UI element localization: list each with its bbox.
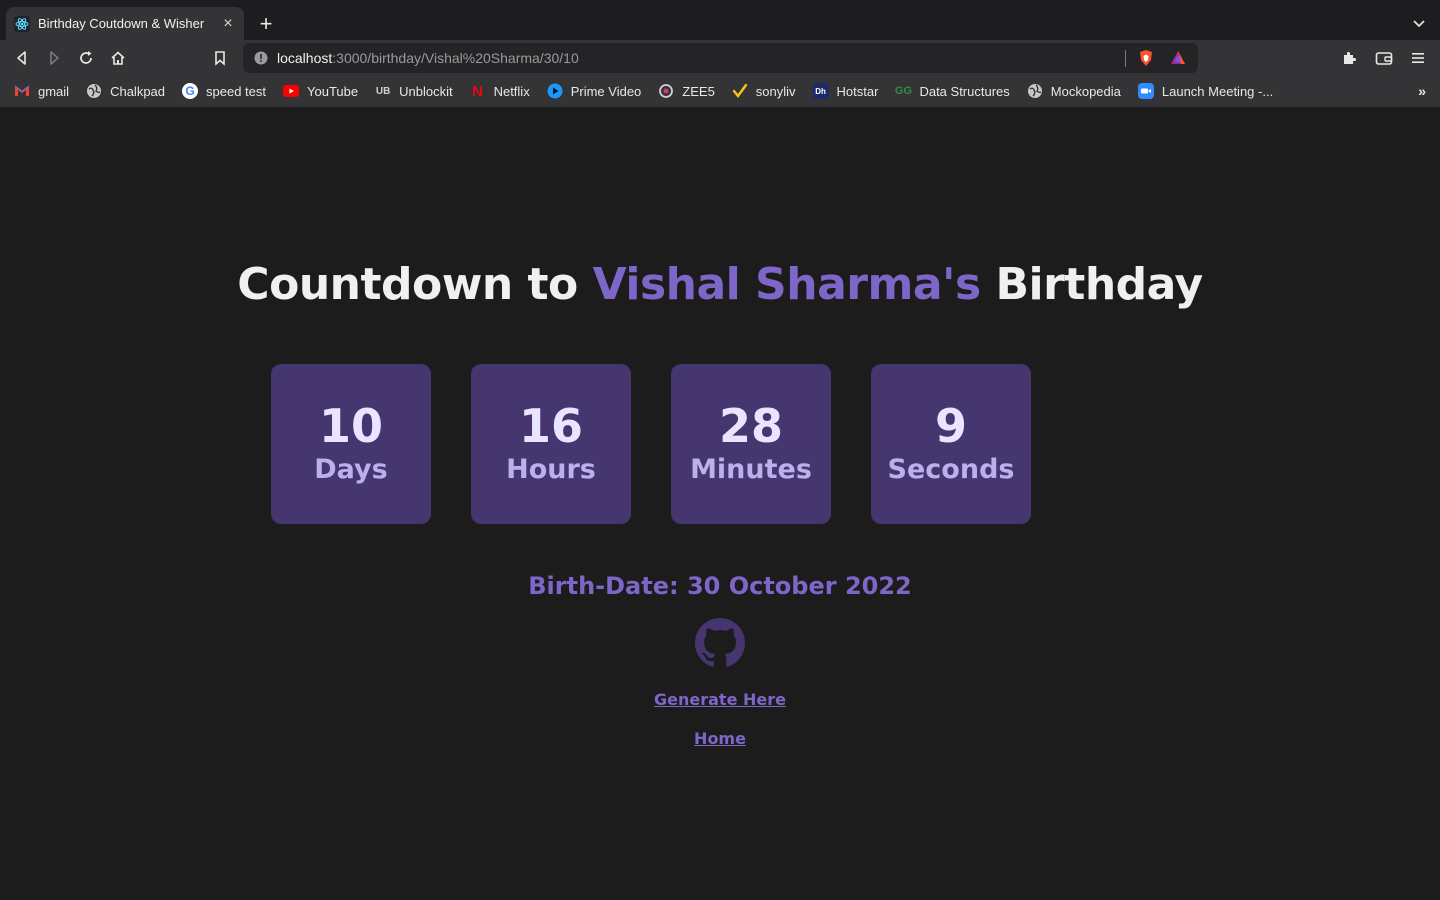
hotstar-icon: Dh bbox=[812, 83, 829, 99]
minutes-label: Minutes bbox=[690, 454, 812, 485]
hours-label: Hours bbox=[506, 454, 596, 485]
bookmark-zee5[interactable]: ZEE5 bbox=[658, 83, 715, 99]
bookmark-netflix[interactable]: N Netflix bbox=[470, 82, 530, 100]
wallet-icon bbox=[1375, 52, 1393, 65]
reload-button[interactable] bbox=[73, 45, 99, 71]
generate-here-link[interactable]: Generate Here bbox=[0, 690, 1440, 709]
gmail-icon bbox=[14, 83, 30, 99]
hours-value: 16 bbox=[518, 399, 583, 453]
bookmark-button[interactable] bbox=[207, 45, 233, 71]
bookmark-hotstar[interactable]: Dh Hotstar bbox=[812, 83, 878, 99]
close-icon[interactable]: × bbox=[220, 15, 236, 32]
browser-tab[interactable]: Birthday Coutdown & Wisher × bbox=[6, 7, 244, 40]
birth-date: Birth-Date: 30 October 2022 bbox=[528, 572, 912, 600]
netflix-icon: N bbox=[472, 82, 483, 100]
minutes-value: 28 bbox=[718, 399, 783, 453]
birthday-person-name: Vishal Sharma's bbox=[592, 259, 982, 310]
countdown-days-card: 10 Days bbox=[271, 364, 431, 524]
hamburger-menu-icon bbox=[1412, 53, 1424, 63]
bookmark-unblockit[interactable]: UB Unblockit bbox=[375, 83, 453, 99]
globe-icon bbox=[86, 83, 102, 99]
globe-icon bbox=[1027, 83, 1043, 99]
bookmark-gmail[interactable]: gmail bbox=[14, 83, 69, 99]
seconds-label: Seconds bbox=[887, 454, 1015, 485]
seconds-value: 9 bbox=[934, 399, 967, 453]
bookmark-launch-meeting[interactable]: Launch Meeting -... bbox=[1137, 83, 1273, 99]
brave-rewards-icon[interactable] bbox=[1169, 49, 1187, 67]
days-value: 10 bbox=[318, 399, 383, 453]
react-icon bbox=[14, 15, 30, 32]
back-arrow-icon bbox=[17, 51, 26, 65]
tab-title: Birthday Coutdown & Wisher bbox=[38, 16, 205, 31]
prime-video-icon bbox=[547, 83, 563, 99]
unblockit-icon: UB bbox=[375, 85, 391, 97]
browser-toolbar: localhost:3000/birthday/Vishal%20Sharma/… bbox=[0, 40, 1440, 75]
gfg-icon: GG bbox=[894, 85, 913, 97]
youtube-icon bbox=[283, 83, 300, 99]
brave-shield-icon[interactable] bbox=[1137, 49, 1155, 67]
countdown-hours-card: 16 Hours bbox=[471, 364, 631, 524]
bookmark-chalkpad[interactable]: Chalkpad bbox=[86, 83, 165, 99]
bookmarks-overflow-icon[interactable]: » bbox=[1418, 83, 1426, 99]
omnibox-divider bbox=[1125, 50, 1126, 67]
google-icon: G bbox=[182, 83, 199, 99]
countdown-minutes-card: 28 Minutes bbox=[671, 364, 831, 524]
bookmark-sonyliv[interactable]: sonyliv bbox=[732, 83, 796, 99]
home-link[interactable]: Home bbox=[0, 729, 1440, 748]
page-title: Countdown to Vishal Sharma's Birthday bbox=[237, 259, 1203, 310]
bookmarks-bar: gmail Chalkpad G speed test YouTube UB U… bbox=[0, 75, 1440, 107]
bookmark-icon bbox=[215, 51, 225, 66]
tab-search-chevron-icon[interactable] bbox=[1408, 12, 1430, 34]
sonyliv-icon bbox=[732, 83, 748, 99]
site-info-icon[interactable] bbox=[253, 50, 269, 66]
github-icon[interactable] bbox=[695, 618, 745, 668]
bookmark-mockopedia[interactable]: Mockopedia bbox=[1027, 83, 1121, 99]
zoom-icon bbox=[1137, 83, 1154, 99]
new-tab-button[interactable]: + bbox=[254, 11, 278, 36]
url-text[interactable]: localhost:3000/birthday/Vishal%20Sharma/… bbox=[277, 50, 579, 66]
zee5-icon bbox=[658, 83, 674, 99]
forward-button[interactable] bbox=[41, 45, 67, 71]
tab-strip: Birthday Coutdown & Wisher × + bbox=[0, 0, 1440, 40]
puzzle-icon bbox=[1344, 52, 1356, 64]
bookmark-youtube[interactable]: YouTube bbox=[283, 83, 358, 99]
home-icon bbox=[111, 51, 125, 65]
bookmark-data-structures[interactable]: GG Data Structures bbox=[894, 83, 1010, 99]
countdown-seconds-card: 9 Seconds bbox=[871, 364, 1031, 524]
wallet-button[interactable] bbox=[1371, 45, 1397, 71]
reload-icon bbox=[80, 51, 92, 64]
bookmark-speed-test[interactable]: G speed test bbox=[182, 83, 266, 99]
page-content: Countdown to Vishal Sharma's Birthday 10… bbox=[0, 107, 1440, 900]
days-label: Days bbox=[314, 454, 388, 485]
bookmark-prime-video[interactable]: Prime Video bbox=[547, 83, 641, 99]
back-button[interactable] bbox=[9, 45, 35, 71]
address-bar[interactable]: localhost:3000/birthday/Vishal%20Sharma/… bbox=[243, 43, 1198, 73]
forward-arrow-icon bbox=[50, 51, 59, 65]
countdown-cards: 10 Days 16 Hours 28 Minutes 9 Seconds bbox=[271, 364, 1031, 524]
menu-button[interactable] bbox=[1405, 45, 1431, 71]
extensions-button[interactable] bbox=[1337, 45, 1363, 71]
home-button[interactable] bbox=[105, 45, 131, 71]
